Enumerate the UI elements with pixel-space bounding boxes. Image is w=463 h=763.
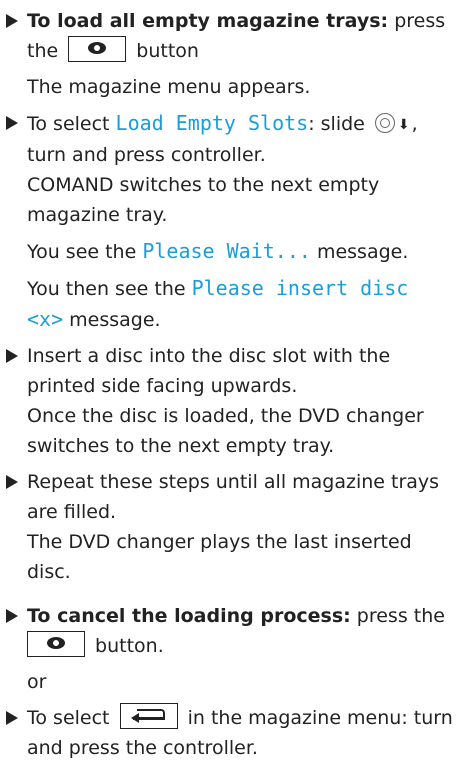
- step-result: switches to the next empty tray.: [27, 435, 335, 457]
- menu-item-load-empty-slots: Load Empty Slots: [115, 111, 309, 135]
- triangle-bullet-icon: [3, 467, 23, 497]
- step-repeat: Repeat these steps until all magazine tr…: [0, 467, 463, 587]
- step-result: magazine tray.: [27, 204, 168, 226]
- step-result: The DVD changer plays the last inserted: [27, 531, 412, 553]
- message-disc-number: <x>: [27, 307, 64, 331]
- step-text: ,: [411, 113, 418, 135]
- step-text: Insert a disc into the disc slot with th…: [27, 345, 391, 367]
- step-text: press: [388, 10, 446, 32]
- disc-button-icon: [68, 36, 127, 62]
- step-select-load-empty-slots: To select Load Empty Slots: slide ⬇, tur…: [0, 108, 463, 335]
- message-please-insert-disc: Please insert disc: [191, 276, 409, 300]
- step-text: You then see the: [27, 278, 192, 300]
- step-result: The magazine menu appears.: [27, 76, 311, 98]
- triangle-bullet-icon: [3, 6, 23, 36]
- step-text: press the: [350, 605, 445, 627]
- step-text: To select: [27, 113, 116, 135]
- message-please-wait: Please Wait...: [142, 239, 311, 263]
- step-text: message.: [63, 309, 161, 331]
- step-cancel-loading: To cancel the loading process: press the…: [0, 601, 463, 661]
- controller-icon: [374, 113, 395, 133]
- step-text: To select: [27, 707, 116, 729]
- alternative-separator: or: [0, 667, 463, 697]
- back-button-icon: [119, 703, 178, 729]
- triangle-bullet-icon: [3, 601, 23, 631]
- step-result: disc.: [27, 561, 71, 583]
- disc-button-icon: [27, 631, 85, 657]
- step-result: COMAND switches to the next empty: [27, 174, 380, 196]
- step-text: turn and press controller.: [27, 144, 266, 166]
- triangle-bullet-icon: [3, 341, 23, 371]
- step-text: Repeat these steps until all magazine tr…: [27, 471, 440, 493]
- step-lead: To cancel the loading process:: [27, 605, 351, 627]
- step-text: are filled.: [27, 501, 117, 523]
- instructions-page: To load all empty magazine trays: press …: [0, 0, 463, 763]
- step-text: You see the: [27, 241, 143, 263]
- step-text: the: [27, 40, 59, 62]
- slide-down-arrow-icon: ⬇: [397, 117, 410, 133]
- triangle-bullet-icon: [3, 108, 23, 138]
- triangle-bullet-icon: [3, 703, 23, 733]
- step-text: message.: [310, 241, 409, 263]
- step-text: : slide: [308, 113, 365, 135]
- or-label: or: [27, 671, 47, 693]
- step-result: Once the disc is loaded, the DVD changer: [27, 405, 424, 427]
- step-text: button.: [89, 635, 164, 657]
- step-load-empty-trays: To load all empty magazine trays: press …: [0, 6, 463, 102]
- step-select-back: To select in the magazine menu: turn and…: [0, 703, 463, 763]
- step-lead: To load all empty magazine trays:: [27, 10, 389, 32]
- step-insert-disc: Insert a disc into the disc slot with th…: [0, 341, 463, 461]
- step-text: button: [130, 40, 199, 62]
- step-text: in the magazine menu: turn: [181, 707, 453, 729]
- step-text: printed side facing upwards.: [27, 375, 298, 397]
